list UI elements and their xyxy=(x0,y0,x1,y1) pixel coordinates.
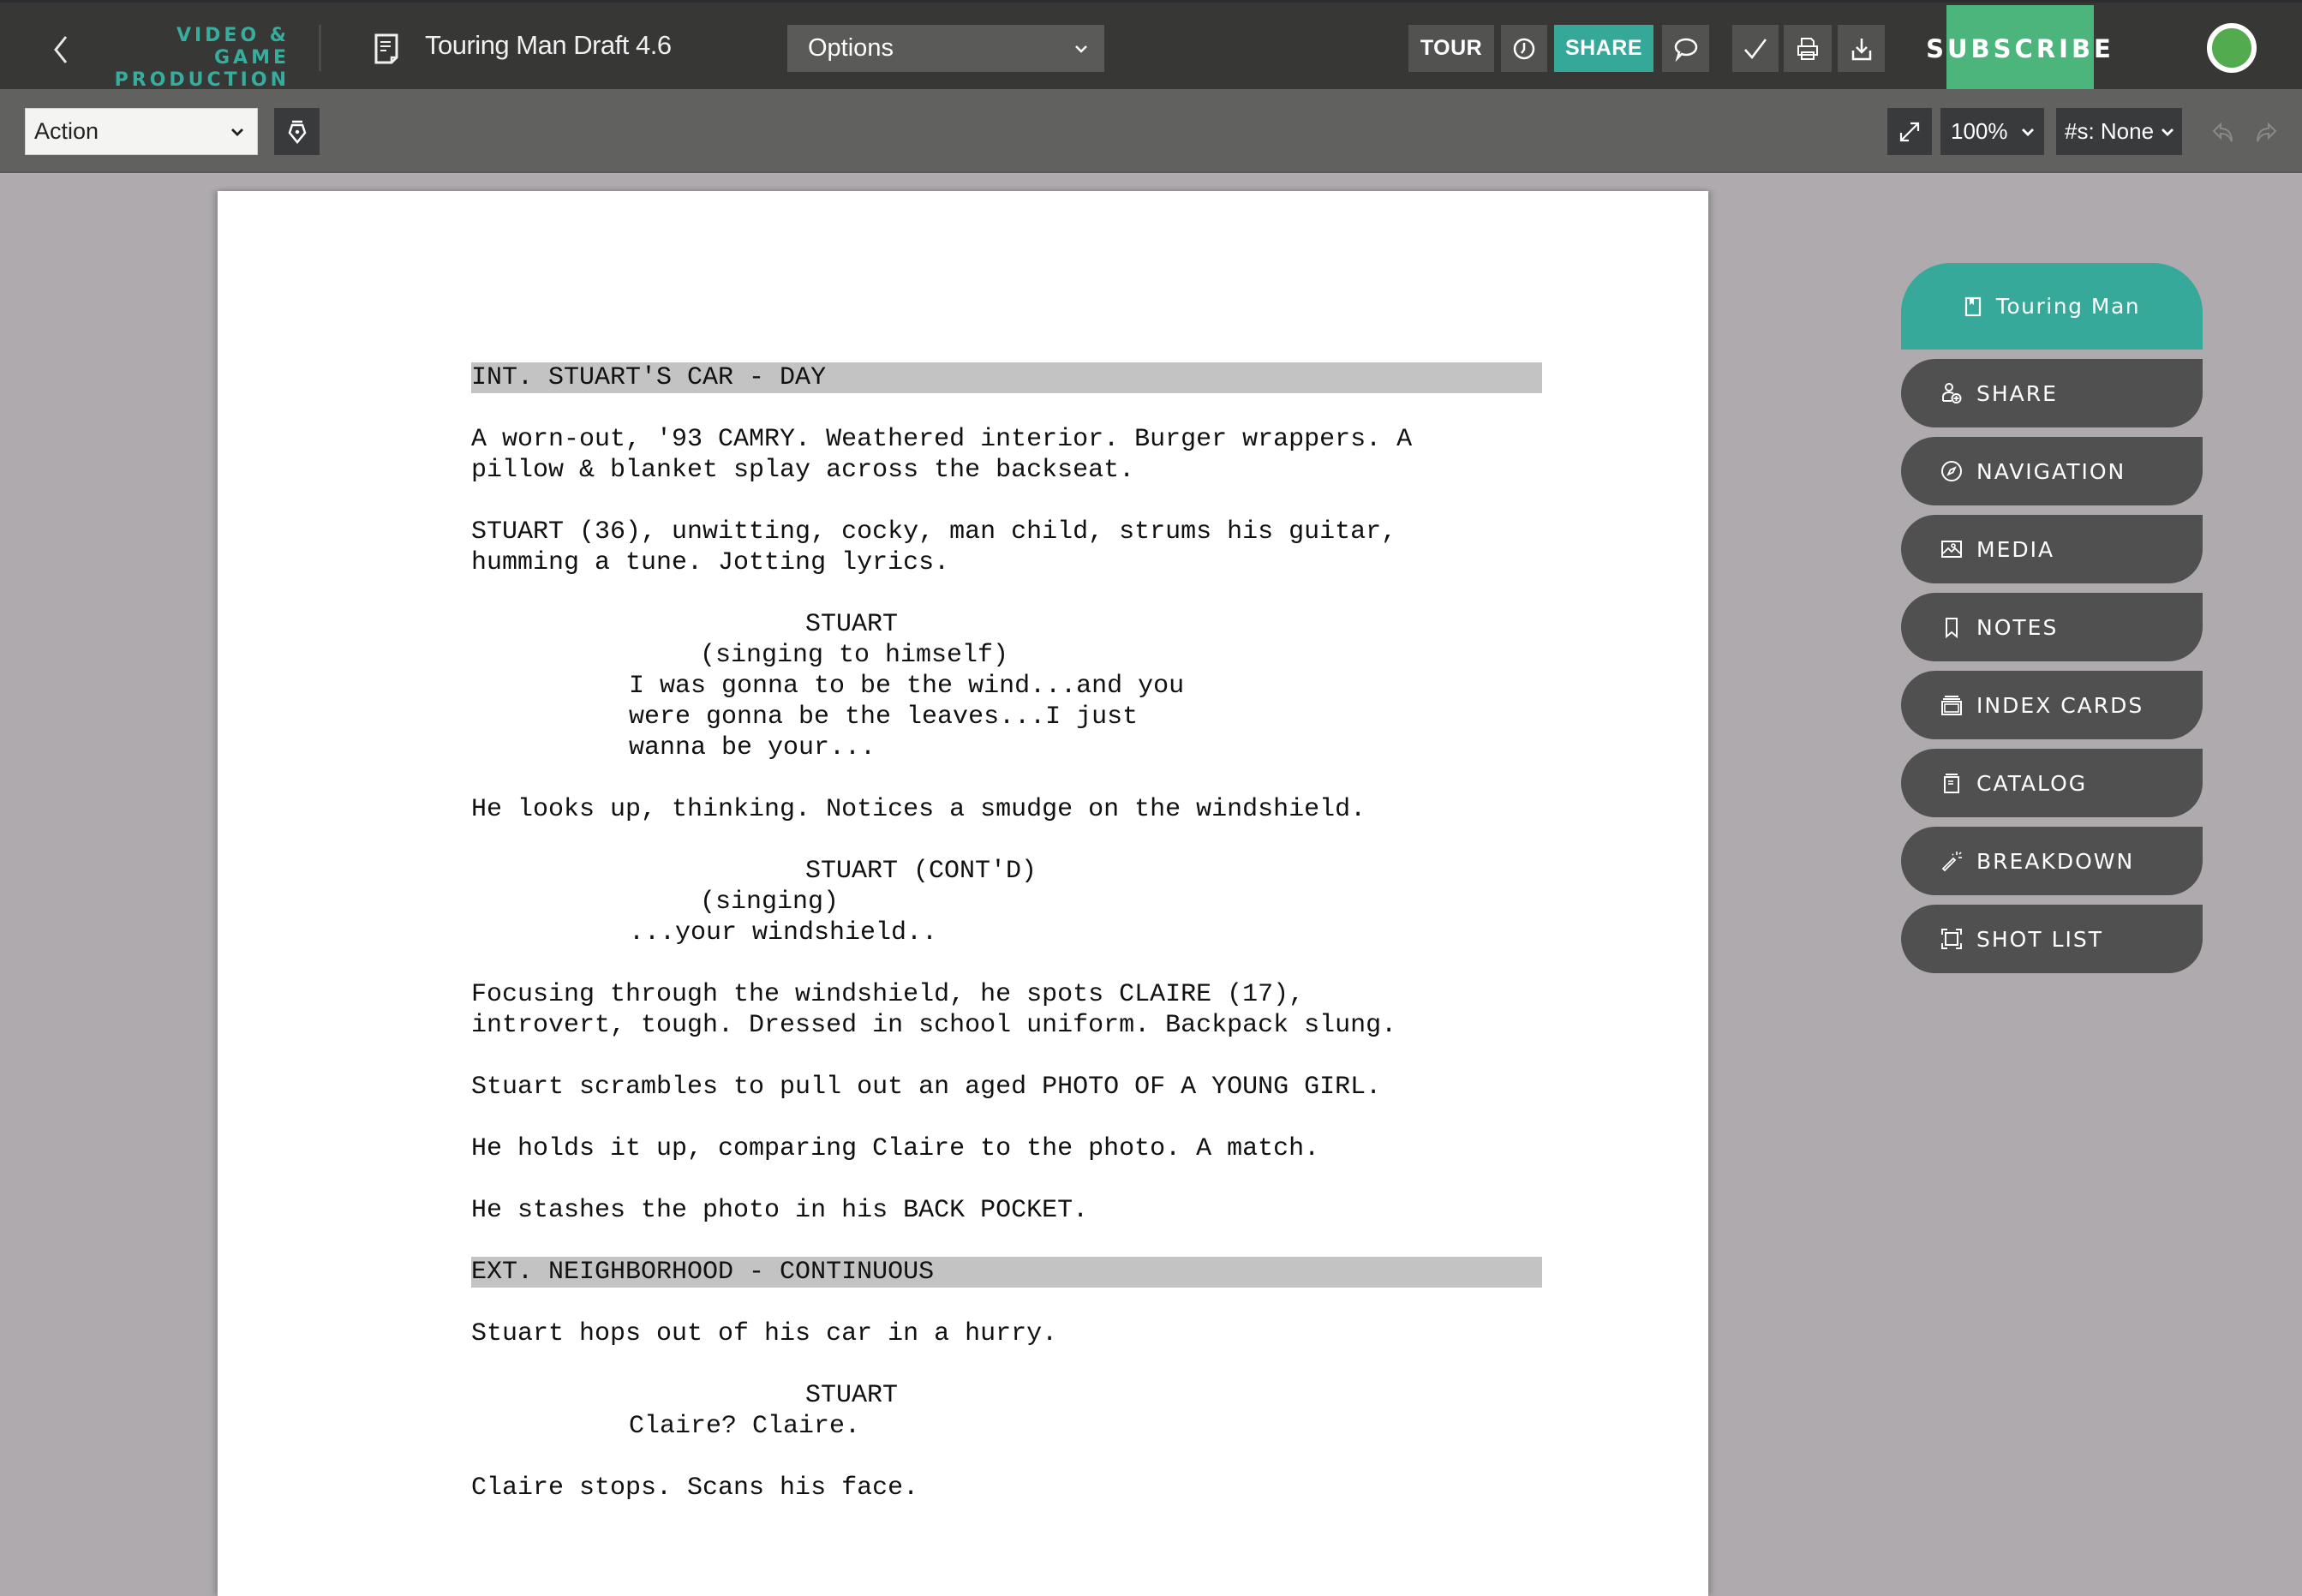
dialogue[interactable]: I was gonna to be the wind...and you wer… xyxy=(471,671,1542,763)
panel-item-shot-list[interactable]: SHOT LIST xyxy=(1901,905,2203,973)
element-type-dropdown[interactable]: Action xyxy=(25,108,258,155)
print-button[interactable] xyxy=(1784,25,1832,72)
chevron-down-icon xyxy=(231,128,243,136)
comments-button[interactable] xyxy=(1662,25,1709,72)
divider xyxy=(319,25,321,71)
script-content[interactable]: INT. STUART'S CAR - DAY A worn-out, '93 … xyxy=(471,362,1542,1534)
cards-icon xyxy=(1940,694,1963,716)
compass-icon xyxy=(1940,460,1963,482)
subscribe-button[interactable]: SUBSCRIBE xyxy=(1926,5,2111,92)
scene-heading[interactable]: EXT. NEIGHBORHOOD - CONTINUOUS xyxy=(471,1257,1542,1288)
chevron-down-icon xyxy=(2022,128,2034,136)
document-title[interactable]: Touring Man Draft 4.6 xyxy=(425,30,672,61)
options-dropdown[interactable]: Options xyxy=(787,25,1104,72)
fullscreen-button[interactable] xyxy=(1887,108,1932,155)
dialogue[interactable]: ...your windshield.. xyxy=(471,918,1542,948)
clock-icon xyxy=(1513,38,1535,59)
panel-item-label: BREAKDOWN xyxy=(1976,848,2135,874)
pen-nib-icon xyxy=(288,120,306,144)
speech-bubble-icon xyxy=(1674,38,1697,62)
panel-item-media[interactable]: MEDIA xyxy=(1901,515,2203,583)
script-page[interactable]: INT. STUART'S CAR - DAY A worn-out, '93 … xyxy=(218,191,1708,1596)
brand-logo[interactable]: VIDEO & GAME PRODUCTION xyxy=(110,25,290,92)
frame-icon xyxy=(1940,928,1963,950)
user-status-avatar[interactable] xyxy=(2207,23,2257,73)
user-add-icon xyxy=(1940,382,1963,404)
expand-icon xyxy=(1899,122,1920,141)
action-line[interactable]: Focusing through the windshield, he spot… xyxy=(471,979,1542,1041)
catalog-icon xyxy=(1940,772,1963,794)
pen-tool-button[interactable] xyxy=(274,108,320,155)
scene-numbering-value: #s: None xyxy=(2065,118,2155,144)
character-name[interactable]: STUART xyxy=(471,609,1542,640)
action-line[interactable]: He looks up, thinking. Notices a smudge … xyxy=(471,794,1542,825)
chevron-down-icon xyxy=(2161,128,2173,136)
redo-icon xyxy=(2257,122,2277,142)
zoom-level-dropdown[interactable]: 100% xyxy=(1940,108,2044,155)
character-name[interactable]: STUART xyxy=(471,1380,1542,1411)
book-icon xyxy=(1964,296,1982,318)
project-title: Touring Man xyxy=(1995,294,2141,319)
panel-item-navigation[interactable]: NAVIGATION xyxy=(1901,437,2203,505)
action-line[interactable]: Claire stops. Scans his face. xyxy=(471,1473,1542,1503)
panel-item-label: SHOT LIST xyxy=(1976,926,2104,952)
scene-numbering-dropdown[interactable]: #s: None xyxy=(2056,108,2182,155)
scene-heading[interactable]: INT. STUART'S CAR - DAY xyxy=(471,362,1542,393)
parenthetical[interactable]: (singing to himself) xyxy=(471,640,1542,671)
action-line[interactable]: He holds it up, comparing Claire to the … xyxy=(471,1133,1542,1164)
bookmark-icon xyxy=(1940,616,1963,638)
parenthetical[interactable]: (singing) xyxy=(471,887,1542,918)
checkmark-icon xyxy=(1744,38,1767,59)
top-bar: VIDEO & GAME PRODUCTION Touring Man Draf… xyxy=(0,0,2302,92)
download-button[interactable] xyxy=(1838,25,1885,72)
format-toolbar: Action 100% #s: None xyxy=(0,89,2302,173)
undo-button[interactable] xyxy=(2210,120,2236,146)
printer-icon xyxy=(1797,37,1818,60)
options-label: Options xyxy=(808,34,894,62)
brand-line-1: VIDEO & GAME xyxy=(176,25,290,69)
project-title-button[interactable]: Touring Man xyxy=(1901,263,2203,350)
document-icon xyxy=(374,33,399,64)
panel-item-index-cards[interactable]: INDEX CARDS xyxy=(1901,671,2203,739)
action-line[interactable]: He stashes the photo in his BACK POCKET. xyxy=(471,1195,1542,1226)
panel-item-catalog[interactable]: CATALOG xyxy=(1901,749,2203,817)
panel-item-label: SHARE xyxy=(1976,380,2058,406)
panel-item-label: MEDIA xyxy=(1976,536,2055,562)
share-button[interactable]: SHARE xyxy=(1554,25,1653,72)
panel-item-label: NOTES xyxy=(1976,614,2059,640)
history-button[interactable] xyxy=(1501,25,1547,72)
action-line[interactable]: Stuart hops out of his car in a hurry. xyxy=(471,1318,1542,1349)
panel-item-label: INDEX CARDS xyxy=(1976,692,2144,718)
chevron-down-icon xyxy=(1075,45,1087,53)
side-panel: Touring Man SHARE NAVIGATION MEDIA NOTES… xyxy=(1901,263,2203,983)
image-icon xyxy=(1940,538,1963,560)
undo-icon xyxy=(2212,122,2233,142)
download-icon xyxy=(1851,38,1871,60)
zoom-level-value: 100% xyxy=(1951,118,2008,144)
tour-button[interactable]: TOUR xyxy=(1408,25,1494,72)
back-button[interactable] xyxy=(48,28,74,71)
element-type-value: Action xyxy=(34,118,99,144)
dialogue[interactable]: Claire? Claire. xyxy=(471,1411,1542,1442)
panel-item-notes[interactable]: NOTES xyxy=(1901,593,2203,661)
action-line[interactable]: Stuart scrambles to pull out an aged PHO… xyxy=(471,1072,1542,1103)
panel-item-share[interactable]: SHARE xyxy=(1901,359,2203,427)
back-chevron-icon xyxy=(54,36,68,63)
spellcheck-button[interactable] xyxy=(1732,25,1779,72)
character-name[interactable]: STUART (CONT'D) xyxy=(471,856,1542,887)
action-line[interactable]: STUART (36), unwitting, cocky, man child… xyxy=(471,517,1542,578)
magic-wand-icon xyxy=(1940,850,1963,872)
action-line[interactable]: A worn-out, '93 CAMRY. Weathered interio… xyxy=(471,424,1542,486)
panel-item-label: NAVIGATION xyxy=(1976,458,2126,484)
panel-item-breakdown[interactable]: BREAKDOWN xyxy=(1901,827,2203,895)
redo-button[interactable] xyxy=(2253,120,2279,146)
panel-item-label: CATALOG xyxy=(1976,770,2088,796)
